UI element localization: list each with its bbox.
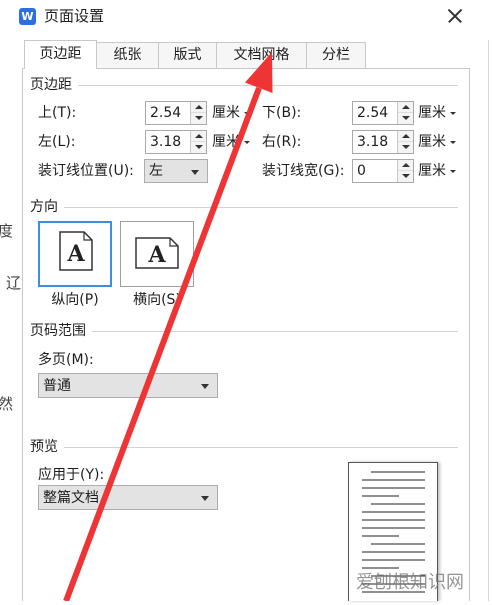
spin-down-button[interactable]: [398, 171, 413, 182]
margin-left-unit[interactable]: 厘米: [212, 133, 240, 151]
group-divider: [78, 85, 458, 86]
spin-down-button[interactable]: [191, 142, 206, 153]
gutter-width-spinner: [397, 160, 413, 182]
margins-page-content: 页边距 上(T): 厘米 下(B): 厘米 左(L): 厘米 右(R):: [0, 0, 492, 601]
group-divider: [92, 331, 458, 332]
margin-left-input[interactable]: [146, 131, 191, 153]
page-range-group-label: 页码范围: [30, 323, 86, 339]
caret-down-icon: [201, 384, 209, 389]
margins-group-label: 页边距: [30, 77, 72, 93]
caret-down-icon: [402, 145, 410, 149]
gutter-width-unit[interactable]: 厘米: [418, 162, 446, 180]
landscape-label[interactable]: 横向(S): [120, 291, 194, 309]
margin-top-unit[interactable]: 厘米: [212, 104, 240, 122]
margin-right-field: [352, 130, 414, 154]
multiple-pages-dropdown[interactable]: 普通: [38, 373, 218, 398]
unit-dropdown-icon[interactable]: [244, 141, 250, 144]
orientation-group-label: 方向: [30, 199, 58, 215]
landscape-button[interactable]: A: [120, 221, 194, 287]
caret-down-icon: [195, 116, 203, 120]
portrait-button[interactable]: A: [38, 221, 112, 287]
spin-up-button[interactable]: [398, 102, 413, 113]
portrait-page-icon: A: [59, 231, 93, 271]
preview-group-label: 预览: [30, 439, 58, 455]
group-divider: [64, 447, 458, 448]
gutter-width-input[interactable]: [353, 160, 398, 182]
caret-up-icon: [195, 105, 203, 109]
gutter-width-field: [352, 159, 414, 183]
margin-right-input[interactable]: [353, 131, 398, 153]
gutter-width-label: 装订线宽(G):: [262, 163, 345, 179]
margin-bottom-label: 下(B):: [262, 105, 302, 121]
unit-dropdown-icon[interactable]: [450, 112, 456, 115]
apply-to-label: 应用于(Y):: [38, 467, 105, 483]
apply-to-dropdown[interactable]: 整篇文档: [38, 485, 218, 510]
margin-bottom-spinner: [397, 102, 413, 124]
caret-up-icon: [402, 163, 410, 167]
multiple-pages-value: 普通: [43, 378, 71, 394]
group-divider: [64, 207, 458, 208]
portrait-label[interactable]: 纵向(P): [38, 291, 112, 309]
caret-up-icon: [402, 105, 410, 109]
gutter-position-label: 装订线位置(U):: [38, 163, 134, 179]
icon-letter: A: [66, 241, 85, 267]
landscape-page-icon: A: [135, 237, 179, 269]
margin-bottom-unit[interactable]: 厘米: [418, 104, 446, 122]
spin-up-button[interactable]: [398, 160, 413, 171]
spin-down-button[interactable]: [398, 142, 413, 153]
multiple-pages-label: 多页(M):: [38, 352, 94, 368]
margin-top-field: [145, 101, 207, 125]
spin-up-button[interactable]: [398, 131, 413, 142]
watermark: 爱刨根知识网: [356, 572, 464, 593]
icon-letter: A: [147, 242, 166, 268]
unit-dropdown-icon[interactable]: [450, 141, 456, 144]
margin-bottom-field: [352, 101, 414, 125]
margin-top-spinner: [190, 102, 206, 124]
margin-left-field: [145, 130, 207, 154]
margin-left-label: 左(L):: [38, 134, 76, 150]
caret-up-icon: [402, 134, 410, 138]
caret-down-icon: [402, 174, 410, 178]
margin-top-label: 上(T):: [38, 105, 77, 121]
spin-up-button[interactable]: [191, 102, 206, 113]
gutter-position-value: 左: [149, 163, 163, 179]
spin-up-button[interactable]: [191, 131, 206, 142]
unit-dropdown-icon[interactable]: [244, 112, 250, 115]
caret-down-icon: [402, 116, 410, 120]
caret-down-icon: [195, 145, 203, 149]
apply-to-value: 整篇文档: [43, 490, 99, 506]
gutter-position-dropdown[interactable]: 左: [144, 159, 208, 183]
margin-top-input[interactable]: [146, 102, 191, 124]
margin-right-label: 右(R):: [262, 134, 302, 150]
margin-right-unit[interactable]: 厘米: [418, 133, 446, 151]
unit-dropdown-icon[interactable]: [450, 170, 456, 173]
margin-right-spinner: [397, 131, 413, 153]
caret-up-icon: [195, 134, 203, 138]
margin-bottom-input[interactable]: [353, 102, 398, 124]
margin-left-spinner: [190, 131, 206, 153]
spin-down-button[interactable]: [191, 113, 206, 124]
spin-down-button[interactable]: [398, 113, 413, 124]
caret-down-icon: [201, 496, 209, 501]
caret-down-icon: [191, 170, 199, 175]
